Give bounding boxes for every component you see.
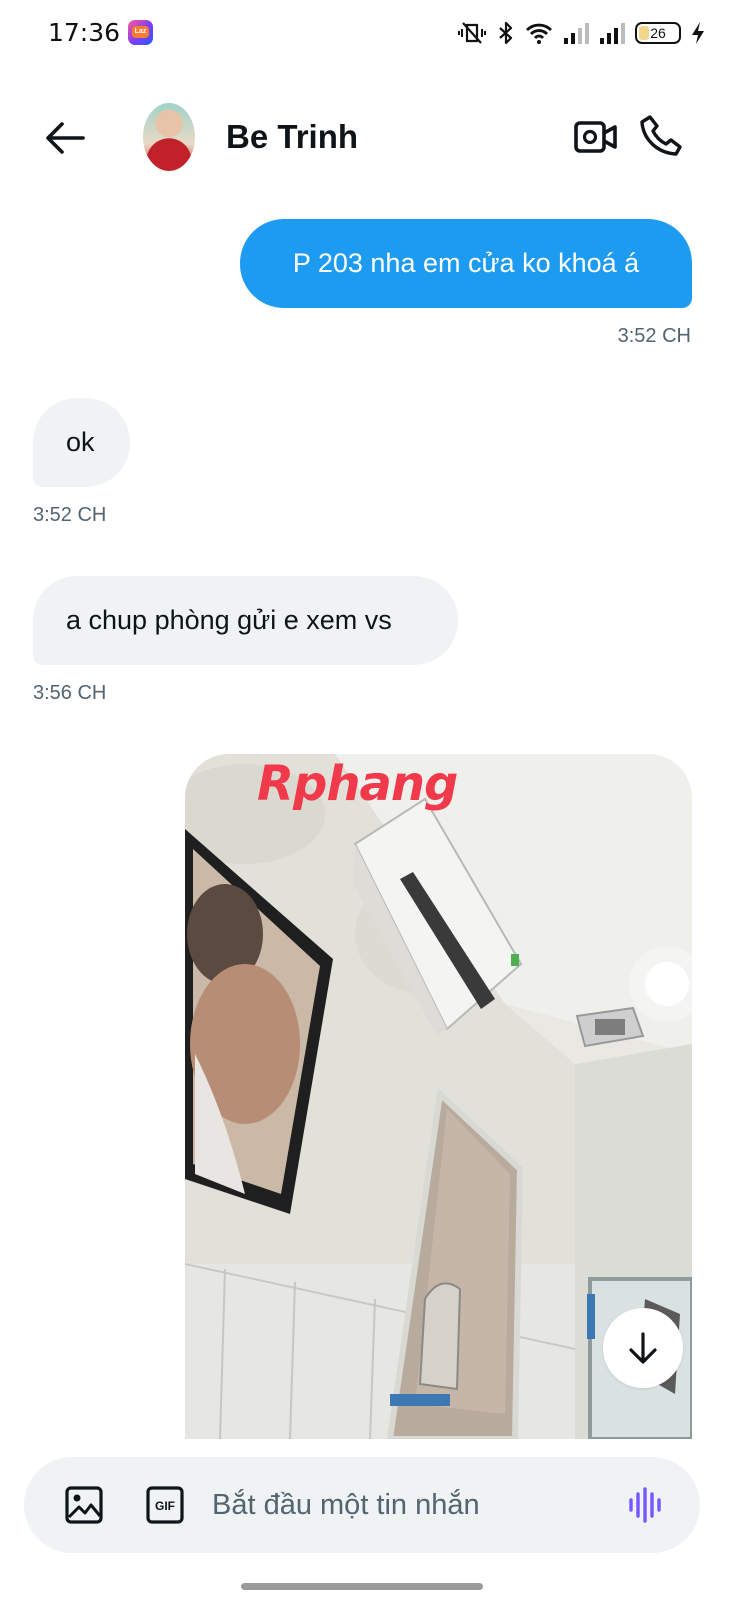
voice-call-button[interactable] [636, 112, 684, 160]
contact-name[interactable]: Be Trinh [226, 118, 358, 156]
video-camera-icon [574, 121, 617, 153]
bluetooth-icon [499, 21, 513, 45]
home-indicator[interactable] [241, 1583, 483, 1590]
message-input[interactable] [212, 1481, 612, 1529]
charging-icon [692, 22, 704, 44]
signal-icon [564, 23, 589, 44]
gif-button[interactable]: GIF [145, 1485, 185, 1525]
battery-level: 26 [650, 25, 666, 41]
message-timestamp: 3:52 CH [33, 504, 107, 526]
message-bubble-incoming[interactable]: a chup phòng gửi e xem vs [33, 576, 458, 665]
add-image-button[interactable] [64, 1485, 104, 1525]
gif-icon: GIF [146, 1486, 184, 1524]
signal-icon [600, 23, 625, 44]
vibrate-icon [458, 22, 486, 44]
image-icon [65, 1486, 103, 1524]
arrow-left-icon [46, 122, 85, 154]
back-button[interactable] [40, 114, 90, 162]
video-call-button[interactable] [572, 115, 620, 159]
conversation-header: Be Trinh [0, 90, 739, 185]
message-timestamp: 3:52 CH [617, 325, 691, 347]
status-icons: 26 [457, 18, 705, 48]
wifi-icon [526, 23, 552, 44]
message-bubble-outgoing[interactable]: P 203 nha em cửa ko khoá á [240, 219, 692, 308]
lazada-app-icon: Laz [128, 20, 153, 45]
photo-watermark: Rphang [257, 756, 458, 812]
voice-message-button[interactable] [624, 1483, 668, 1527]
avatar[interactable] [143, 103, 195, 171]
voice-wave-icon [629, 1487, 661, 1523]
status-time: 17:36 [48, 18, 121, 47]
message-bubble-incoming[interactable]: ok [33, 398, 130, 487]
arrow-down-icon [629, 1332, 657, 1364]
message-composer: GIF [24, 1457, 700, 1553]
battery-icon: 26 [635, 22, 681, 44]
gif-label: GIF [155, 1499, 175, 1513]
status-bar: 17:36 Laz 26 [0, 0, 739, 66]
download-button[interactable] [603, 1308, 683, 1388]
message-timestamp: 3:56 CH [33, 682, 107, 704]
phone-icon [640, 115, 682, 156]
